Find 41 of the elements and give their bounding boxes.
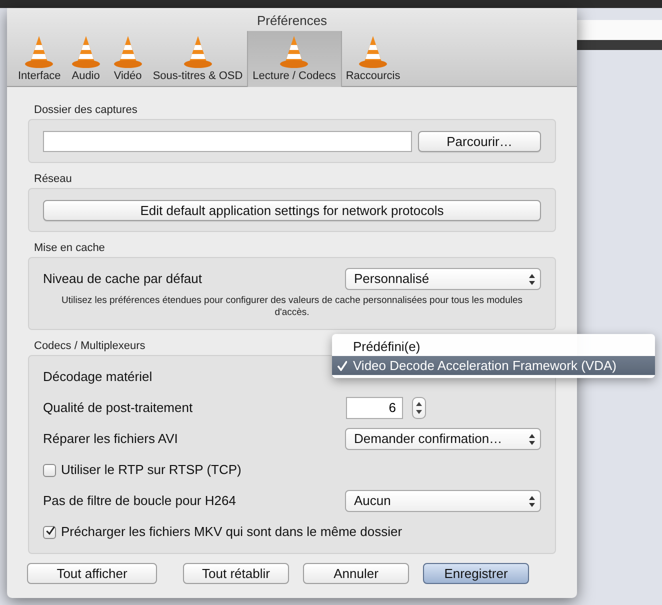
section-title: Réseau: [34, 172, 72, 186]
up-down-arrows-icon: [529, 272, 535, 286]
select-field[interactable]: Demander confirmation…: [345, 428, 541, 450]
dialog-button[interactable]: Enregistrer: [423, 563, 529, 584]
input-field[interactable]: [43, 130, 412, 152]
section-title: Mise en cache: [34, 241, 105, 255]
field-label: Qualité de post-traitement: [43, 399, 193, 418]
checkbox-label[interactable]: Précharger les fichiers MKV qui sont dans le même dossier: [61, 522, 402, 542]
field-label: Pas de filtre de boucle pour H264: [43, 492, 236, 510]
section-title: Codecs / Multiplexeurs: [34, 339, 146, 353]
up-down-arrows-icon: [529, 494, 535, 508]
toolbar-tab[interactable]: Lecture / Codecs: [246, 30, 342, 86]
help-text: Utilisez les préférences étendues pour configurer des valeurs de cache personnalisées pour tous les modules d'accès.: [60, 295, 524, 319]
dialog-button[interactable]: Tout rétablir: [183, 563, 289, 584]
dialog-button[interactable]: Annuler: [303, 563, 409, 584]
up-down-arrows-icon: [529, 432, 535, 446]
section-title: Dossier des captures: [34, 103, 138, 117]
field-label: Niveau de cache par défaut: [43, 270, 202, 288]
check-icon: [337, 360, 347, 370]
checkbox-box[interactable]: [43, 464, 56, 476]
select-field[interactable]: Personnalisé: [345, 268, 541, 290]
dialog-button[interactable]: Tout afficher: [27, 563, 157, 584]
stepper[interactable]: [412, 397, 426, 419]
toolbar-tab[interactable]: Vidéo: [106, 30, 149, 86]
toolbar-tab[interactable]: Interface: [14, 30, 65, 86]
toolbar-tab[interactable]: Audio: [64, 30, 107, 86]
select-field[interactable]: Aucun: [345, 490, 541, 512]
field-label: Décodage matériel: [43, 368, 152, 386]
toolbar-tab[interactable]: Sous-titres & OSD: [148, 30, 247, 86]
checkbox-label[interactable]: Utiliser le RTP sur RTSP (TCP): [61, 460, 242, 480]
field-label: Réparer les fichiers AVI: [43, 430, 178, 448]
menu-item[interactable]: Video Decode Acceleration Framework (VDA): [332, 356, 655, 375]
toolbar-tab[interactable]: Raccourcis: [342, 30, 404, 86]
check-icon: [46, 524, 55, 536]
number-field[interactable]: 6: [346, 397, 403, 419]
up-down-arrows-icon: [416, 402, 422, 414]
action-button[interactable]: Edit default application settings for network protocols: [43, 200, 541, 220]
menu-item[interactable]: Prédéfini(e): [332, 337, 655, 356]
browse-button[interactable]: Parcourir…: [418, 130, 541, 152]
window-title: Préférences: [256, 12, 328, 30]
checkbox-box[interactable]: [43, 526, 56, 538]
